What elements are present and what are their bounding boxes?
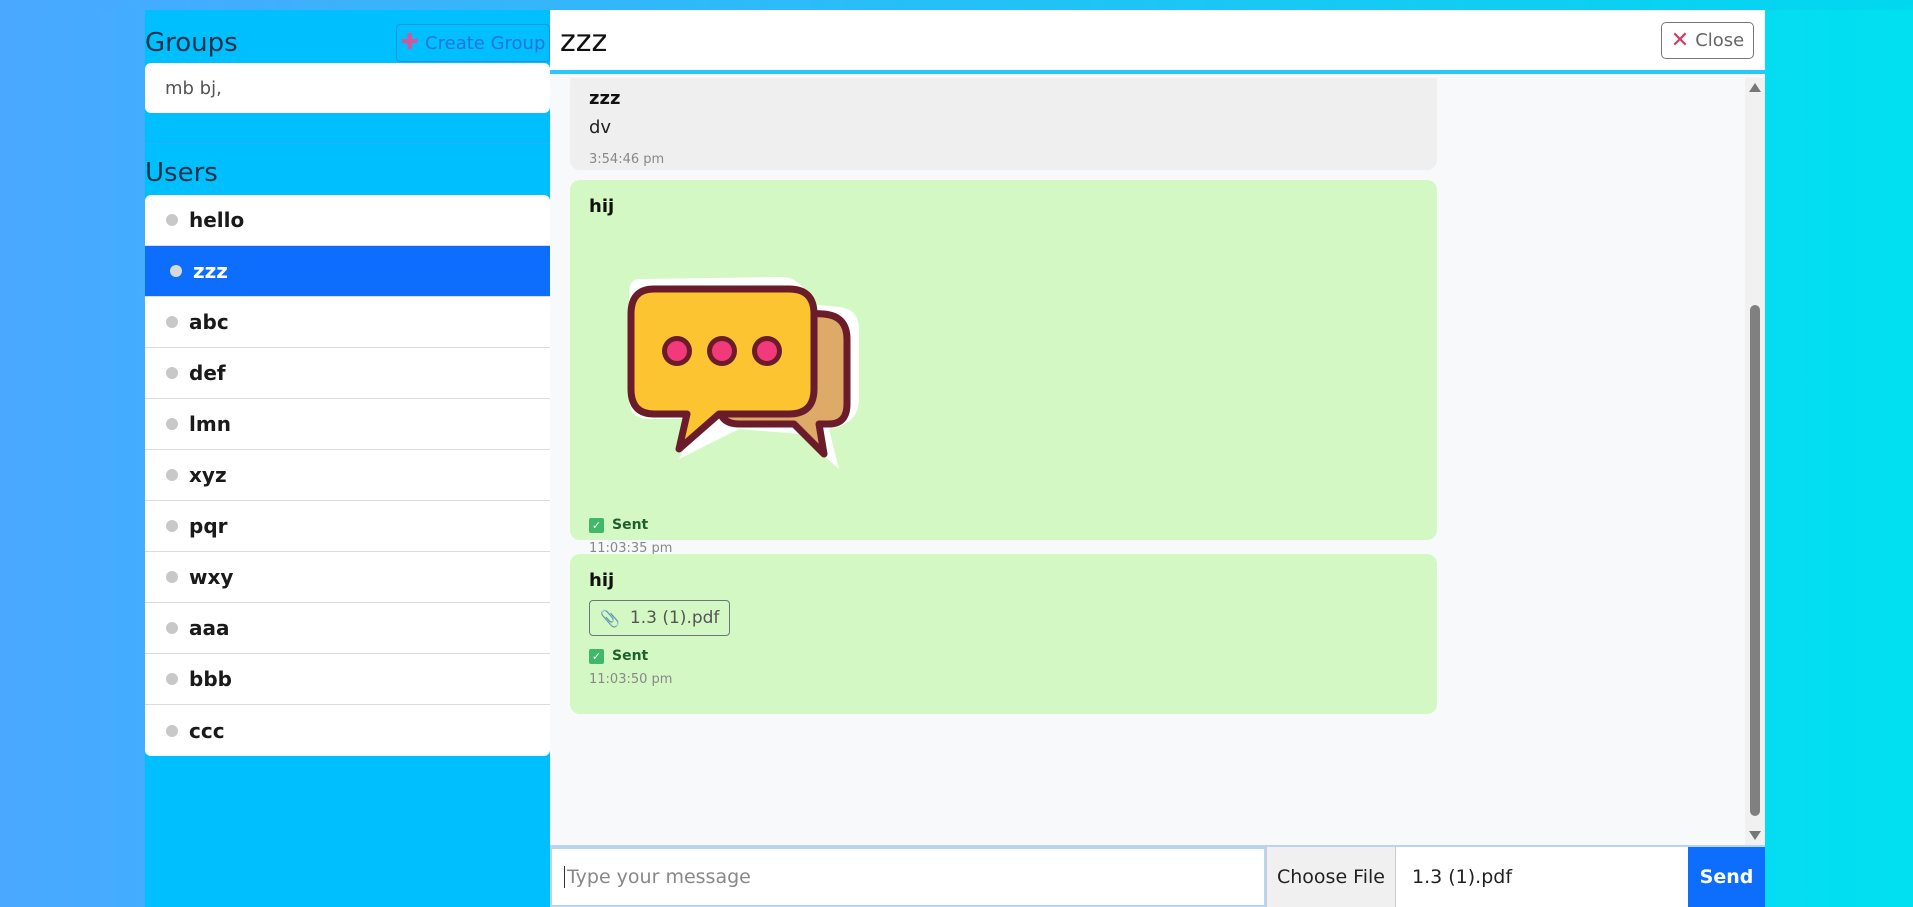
status-dot-icon (166, 469, 178, 481)
plus-icon: ✚ (400, 30, 420, 55)
message-list: zzz dv 3:54:46 pm hij ✓ Sent 11:03:35 pm… (550, 78, 1745, 845)
user-list: hello zzz abc def lmn xyz pqr wxy aaa bbb ccc (145, 195, 550, 756)
user-item-xyz[interactable]: xyz (145, 450, 550, 501)
composer: Type your message Choose File 1.3 (1).pd… (550, 845, 1765, 907)
user-item-ccc[interactable]: ccc (145, 705, 550, 756)
user-item-lmn[interactable]: lmn (145, 399, 550, 450)
status-dot-icon (170, 265, 182, 277)
users-title: Users (145, 158, 218, 188)
message-bubble: zzz dv 3:54:46 pm (570, 78, 1437, 170)
send-button[interactable]: Send (1688, 847, 1765, 907)
message-time: 3:54:46 pm (589, 152, 665, 167)
user-item-hello[interactable]: hello (145, 195, 550, 246)
status-dot-icon (166, 367, 178, 379)
status-dot-icon (166, 520, 178, 532)
text-caret (564, 866, 565, 888)
user-name: wxy (189, 565, 234, 589)
status-dot-icon (166, 673, 178, 685)
user-name: hello (189, 208, 245, 232)
message-input-placeholder: Type your message (567, 866, 751, 888)
message-input[interactable]: Type your message (550, 847, 1266, 907)
status-dot-icon (166, 622, 178, 634)
message-bubble: hij ✓ Sent 11:03:35 pm (570, 180, 1437, 556)
user-name: lmn (189, 412, 231, 436)
check-icon: ✓ (589, 648, 604, 664)
user-name: xyz (189, 463, 227, 487)
message-sender: hij (589, 196, 615, 217)
user-name: def (189, 361, 226, 385)
groups-header: Groups ✚ Create Group (145, 18, 550, 62)
status-dot-icon (166, 571, 178, 583)
file-attachment-link[interactable]: 📎 1.3 (1).pdf (589, 600, 731, 636)
groups-title: Groups (145, 28, 238, 58)
paperclip-icon: 📎 (600, 608, 620, 628)
message-scrollbar[interactable] (1745, 78, 1765, 845)
user-name: pqr (189, 514, 228, 538)
chat-bubble-sticker-icon (627, 277, 859, 469)
user-item-pqr[interactable]: pqr (145, 501, 550, 552)
status-label: Sent (612, 648, 649, 664)
scroll-thumb[interactable] (1750, 305, 1760, 816)
file-name: 1.3 (1).pdf (629, 608, 720, 628)
close-icon: ✕ (1670, 27, 1690, 53)
chat-title: zzz (560, 24, 608, 59)
close-label: Close (1695, 30, 1745, 51)
user-name: ccc (189, 718, 225, 743)
choose-file-button[interactable]: Choose File (1266, 847, 1396, 907)
user-item-aaa[interactable]: aaa (145, 603, 550, 654)
status-dot-icon (166, 316, 178, 328)
chat-panel: zzz ✕ Close zzz dv 3:54:46 pm hij ✓ Sent… (550, 10, 1765, 907)
status-dot-icon (166, 724, 178, 737)
scroll-down-arrow-icon[interactable] (1749, 831, 1761, 840)
chat-header: zzz ✕ Close (550, 10, 1765, 74)
message-bubble: hij 📎 1.3 (1).pdf ✓ Sent 11:03:50 pm (570, 554, 1437, 714)
create-group-label: Create Group (425, 32, 546, 54)
message-text: dv (589, 117, 612, 138)
selected-file-name: 1.3 (1).pdf (1412, 866, 1513, 888)
sidebar: Groups ✚ Create Group mb bj, Users hello… (145, 10, 550, 907)
create-group-button[interactable]: ✚ Create Group (396, 24, 550, 62)
user-item-zzz[interactable]: zzz (145, 246, 550, 297)
user-name: abc (189, 310, 229, 334)
user-name: aaa (189, 616, 230, 640)
divider (145, 143, 550, 144)
sticker-image[interactable] (609, 259, 879, 499)
message-sender: hij (589, 570, 615, 591)
user-item-wxy[interactable]: wxy (145, 552, 550, 603)
group-item[interactable]: mb bj, (145, 63, 550, 113)
message-time: 11:03:50 pm (589, 672, 673, 687)
message-status: ✓ Sent (589, 648, 1418, 664)
message-status: ✓ Sent (589, 517, 1418, 533)
scroll-up-arrow-icon[interactable] (1749, 83, 1761, 92)
message-sender: zzz (589, 88, 621, 109)
status-dot-icon (166, 418, 178, 430)
user-name: zzz (193, 259, 228, 283)
user-item-abc[interactable]: abc (145, 297, 550, 348)
file-input[interactable]: Choose File 1.3 (1).pdf (1266, 847, 1686, 907)
user-item-bbb[interactable]: bbb (145, 654, 550, 705)
check-icon: ✓ (589, 517, 604, 533)
user-item-def[interactable]: def (145, 348, 550, 399)
top-strip (0, 0, 1913, 10)
status-dot-icon (166, 214, 178, 226)
status-label: Sent (612, 517, 649, 533)
close-button[interactable]: ✕ Close (1661, 22, 1754, 59)
user-name: bbb (189, 667, 232, 691)
